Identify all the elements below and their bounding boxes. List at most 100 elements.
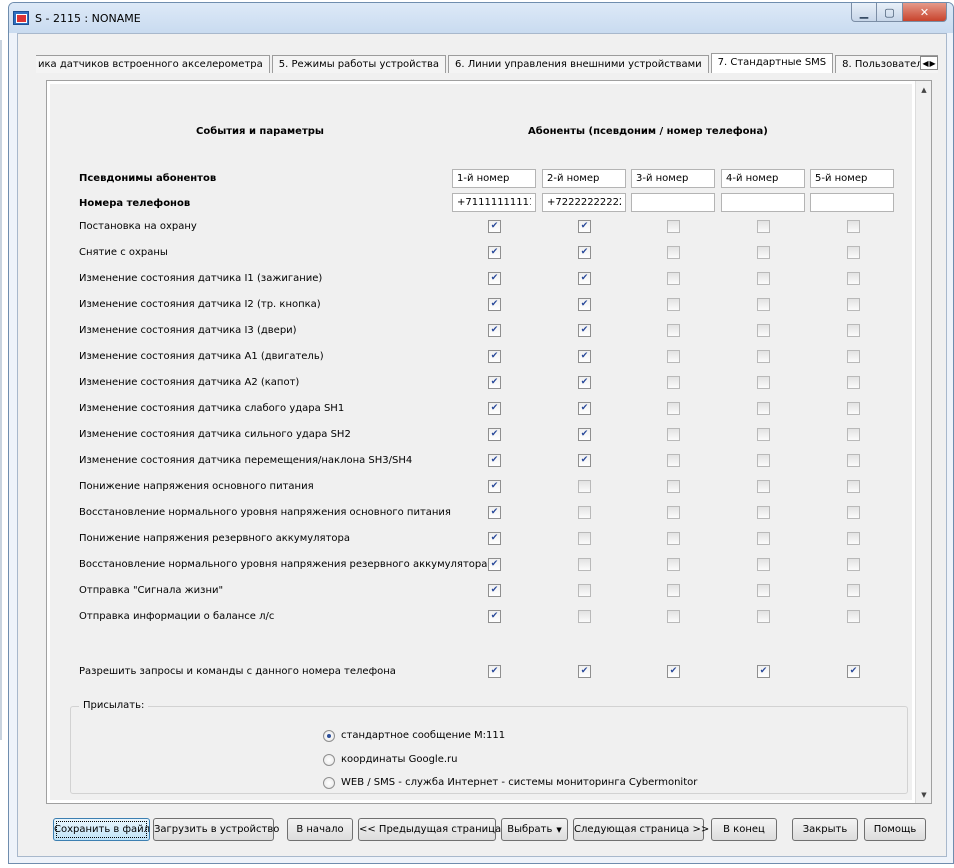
event-checkbox-subscriber-1[interactable]: ✔ [488, 272, 501, 285]
event-checkbox-subscriber-4[interactable] [757, 532, 770, 545]
event-checkbox-subscriber-2[interactable] [578, 532, 591, 545]
event-checkbox-subscriber-5[interactable] [847, 610, 860, 623]
phone-input-1[interactable] [452, 193, 536, 212]
event-checkbox-subscriber-4[interactable] [757, 558, 770, 571]
event-checkbox-subscriber-3[interactable] [667, 610, 680, 623]
event-checkbox-subscriber-3[interactable] [667, 558, 680, 571]
event-checkbox-subscriber-4[interactable] [757, 350, 770, 363]
event-checkbox-subscriber-5[interactable] [847, 324, 860, 337]
alias-input-4[interactable] [721, 169, 805, 188]
event-checkbox-subscriber-5[interactable] [847, 558, 860, 571]
event-checkbox-subscriber-4[interactable] [757, 220, 770, 233]
tab-scroll-right-icon[interactable]: ▶ [930, 59, 936, 68]
load-to-device-button[interactable]: Загрузить в устройство [153, 818, 279, 841]
phone-input-3[interactable] [631, 193, 715, 212]
alias-input-2[interactable] [542, 169, 626, 188]
event-checkbox-subscriber-5[interactable] [847, 376, 860, 389]
tab-scroll-buttons[interactable]: ◀ ▶ [920, 56, 938, 70]
event-checkbox-subscriber-4[interactable] [757, 610, 770, 623]
close-button[interactable]: Закрыть [792, 818, 858, 841]
vertical-scrollbar[interactable]: ▲ ▼ [915, 81, 931, 803]
event-checkbox-subscriber-4[interactable] [757, 402, 770, 415]
event-checkbox-subscriber-1[interactable]: ✔ [488, 610, 501, 623]
event-checkbox-subscriber-1[interactable]: ✔ [488, 506, 501, 519]
event-checkbox-subscriber-3[interactable] [667, 532, 680, 545]
event-checkbox-subscriber-1[interactable]: ✔ [488, 246, 501, 259]
event-checkbox-subscriber-3[interactable] [667, 324, 680, 337]
event-checkbox-subscriber-5[interactable] [847, 506, 860, 519]
event-checkbox-subscriber-1[interactable]: ✔ [488, 558, 501, 571]
permission-checkbox-subscriber-5[interactable]: ✔ [847, 665, 860, 678]
event-checkbox-subscriber-2[interactable]: ✔ [578, 298, 591, 311]
event-checkbox-subscriber-2[interactable]: ✔ [578, 272, 591, 285]
save-to-file-button[interactable]: Сохранить в файл [53, 818, 150, 841]
event-checkbox-subscriber-2[interactable] [578, 584, 591, 597]
previous-page-button[interactable]: << Предыдущая страница [358, 818, 501, 841]
event-checkbox-subscriber-5[interactable] [847, 272, 860, 285]
phone-input-5[interactable] [810, 193, 894, 212]
scroll-down-icon[interactable]: ▼ [916, 786, 932, 803]
event-checkbox-subscriber-2[interactable]: ✔ [578, 454, 591, 467]
event-checkbox-subscriber-3[interactable] [667, 402, 680, 415]
event-checkbox-subscriber-5[interactable] [847, 220, 860, 233]
tab-control-lines[interactable]: 6. Линии управления внешними устройствам… [448, 55, 709, 73]
help-button[interactable]: Помощь [864, 818, 926, 841]
event-checkbox-subscriber-5[interactable] [847, 454, 860, 467]
event-checkbox-subscriber-1[interactable]: ✔ [488, 220, 501, 233]
event-checkbox-subscriber-2[interactable] [578, 506, 591, 519]
event-checkbox-subscriber-3[interactable] [667, 480, 680, 493]
event-checkbox-subscriber-1[interactable]: ✔ [488, 532, 501, 545]
event-checkbox-subscriber-3[interactable] [667, 298, 680, 311]
event-checkbox-subscriber-3[interactable] [667, 584, 680, 597]
maximize-button[interactable]: ▢ [877, 3, 903, 22]
radio-cybermonitor[interactable] [323, 777, 335, 789]
alias-input-5[interactable] [810, 169, 894, 188]
to-end-button[interactable]: В конец [711, 818, 777, 841]
event-checkbox-subscriber-2[interactable]: ✔ [578, 324, 591, 337]
event-checkbox-subscriber-5[interactable] [847, 480, 860, 493]
alias-input-3[interactable] [631, 169, 715, 188]
event-checkbox-subscriber-2[interactable] [578, 480, 591, 493]
event-checkbox-subscriber-4[interactable] [757, 584, 770, 597]
event-checkbox-subscriber-2[interactable]: ✔ [578, 428, 591, 441]
permission-checkbox-subscriber-2[interactable]: ✔ [578, 665, 591, 678]
minimize-button[interactable]: ▁ [851, 3, 877, 22]
event-checkbox-subscriber-3[interactable] [667, 376, 680, 389]
radio-standard-message[interactable] [323, 730, 335, 742]
phone-input-2[interactable] [542, 193, 626, 212]
event-checkbox-subscriber-1[interactable]: ✔ [488, 402, 501, 415]
scroll-up-icon[interactable]: ▲ [916, 81, 932, 98]
event-checkbox-subscriber-2[interactable]: ✔ [578, 402, 591, 415]
event-checkbox-subscriber-1[interactable]: ✔ [488, 428, 501, 441]
event-checkbox-subscriber-2[interactable]: ✔ [578, 220, 591, 233]
event-checkbox-subscriber-4[interactable] [757, 506, 770, 519]
event-checkbox-subscriber-5[interactable] [847, 532, 860, 545]
event-checkbox-subscriber-4[interactable] [757, 454, 770, 467]
event-checkbox-subscriber-5[interactable] [847, 402, 860, 415]
event-checkbox-subscriber-4[interactable] [757, 480, 770, 493]
event-checkbox-subscriber-4[interactable] [757, 428, 770, 441]
event-checkbox-subscriber-4[interactable] [757, 324, 770, 337]
event-checkbox-subscriber-2[interactable] [578, 610, 591, 623]
next-page-button[interactable]: Следующая страница >> [573, 818, 709, 841]
close-window-button[interactable]: ✕ [903, 3, 947, 22]
event-checkbox-subscriber-2[interactable]: ✔ [578, 350, 591, 363]
permission-checkbox-subscriber-4[interactable]: ✔ [757, 665, 770, 678]
phone-input-4[interactable] [721, 193, 805, 212]
event-checkbox-subscriber-4[interactable] [757, 272, 770, 285]
permission-checkbox-subscriber-3[interactable]: ✔ [667, 665, 680, 678]
event-checkbox-subscriber-5[interactable] [847, 246, 860, 259]
event-checkbox-subscriber-4[interactable] [757, 298, 770, 311]
event-checkbox-subscriber-1[interactable]: ✔ [488, 376, 501, 389]
tab-accelerometer[interactable]: ика датчиков встроенного акселерометра [36, 55, 270, 73]
event-checkbox-subscriber-3[interactable] [667, 246, 680, 259]
event-checkbox-subscriber-1[interactable]: ✔ [488, 454, 501, 467]
permission-checkbox-subscriber-1[interactable]: ✔ [488, 665, 501, 678]
to-start-button[interactable]: В начало [287, 818, 353, 841]
event-checkbox-subscriber-2[interactable]: ✔ [578, 246, 591, 259]
event-checkbox-subscriber-3[interactable] [667, 220, 680, 233]
event-checkbox-subscriber-5[interactable] [847, 298, 860, 311]
event-checkbox-subscriber-3[interactable] [667, 454, 680, 467]
event-checkbox-subscriber-1[interactable]: ✔ [488, 350, 501, 363]
event-checkbox-subscriber-2[interactable] [578, 558, 591, 571]
